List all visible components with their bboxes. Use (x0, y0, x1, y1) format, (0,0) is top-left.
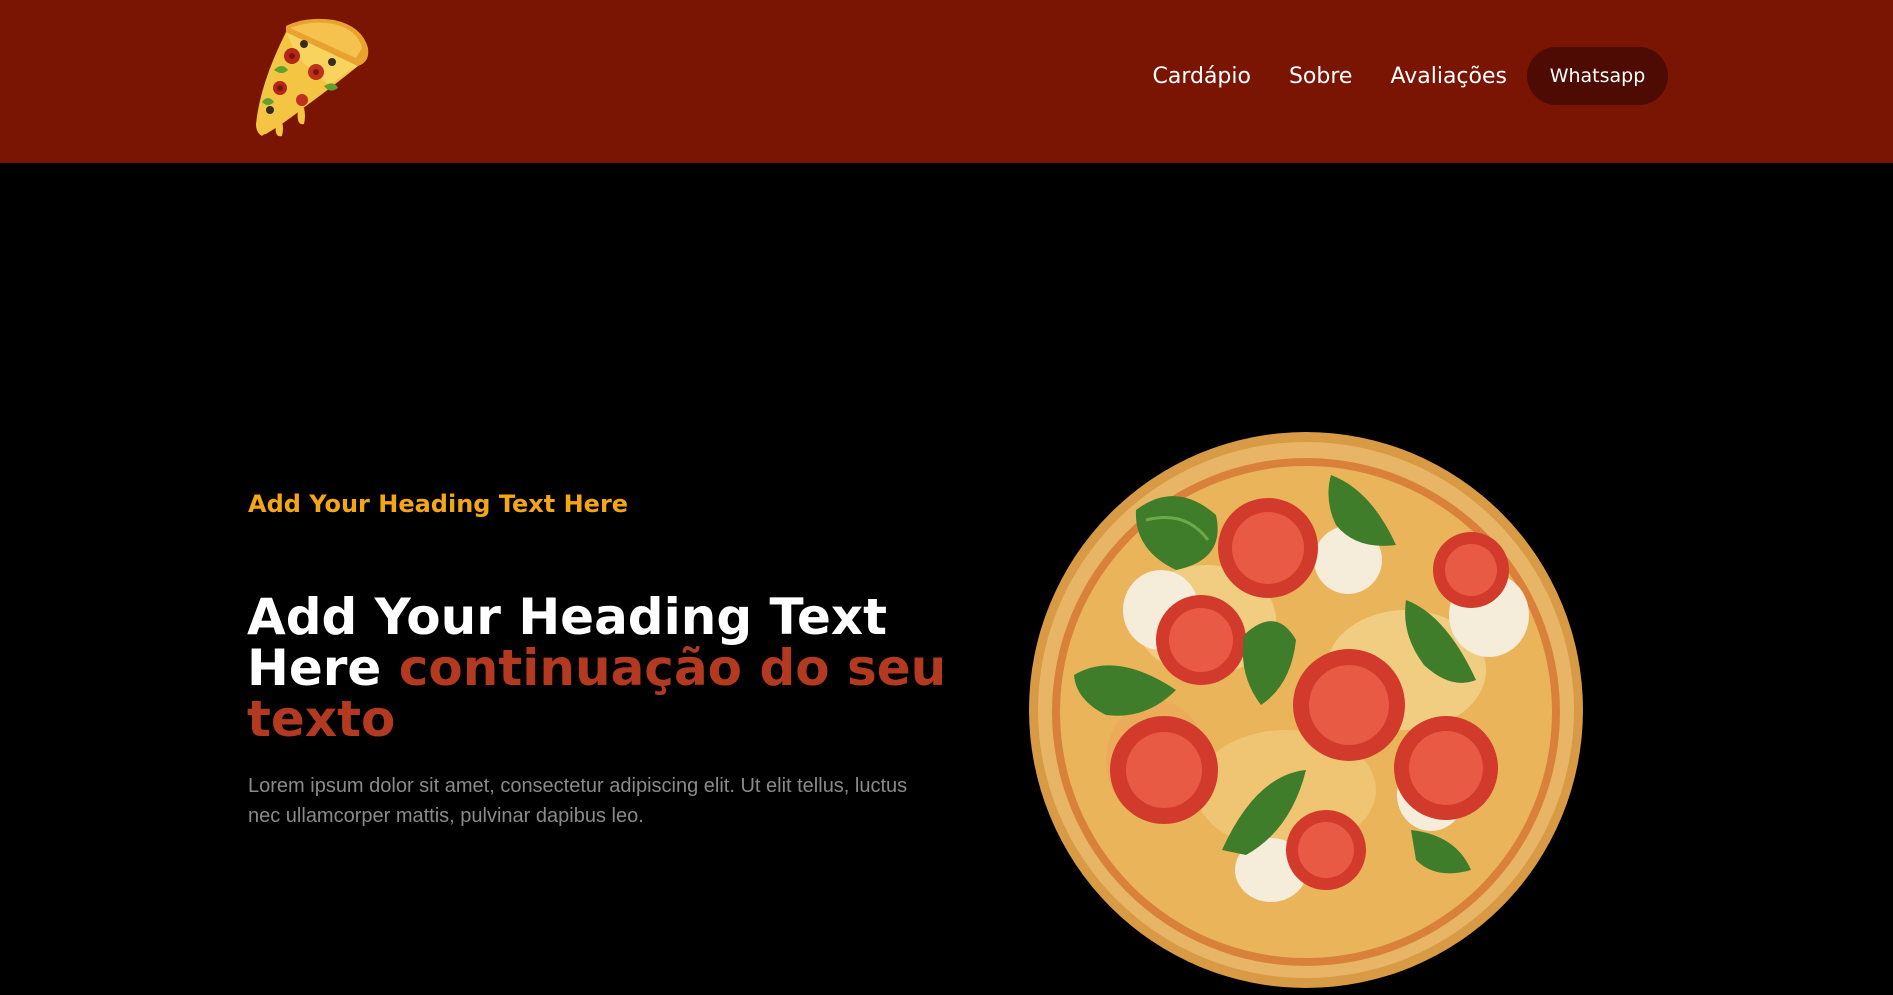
pizza-image (1026, 430, 1584, 990)
whatsapp-button[interactable]: Whatsapp (1527, 47, 1668, 105)
pizza-slice-logo[interactable] (246, 14, 372, 138)
main-nav: Cardápio Sobre Avaliações Whatsapp (1152, 47, 1668, 105)
nav-link-sobre[interactable]: Sobre (1289, 64, 1353, 89)
hero-kicker: Add Your Heading Text Here (248, 490, 629, 518)
hero-title: Add Your Heading Text Here continuação d… (247, 592, 947, 745)
nav-link-cardapio[interactable]: Cardápio (1152, 64, 1250, 89)
nav-link-avaliacoes[interactable]: Avaliações (1390, 64, 1507, 89)
hero-body-text: Lorem ipsum dolor sit amet, consectetur … (248, 775, 908, 827)
site-header: Cardápio Sobre Avaliações Whatsapp (0, 0, 1893, 163)
